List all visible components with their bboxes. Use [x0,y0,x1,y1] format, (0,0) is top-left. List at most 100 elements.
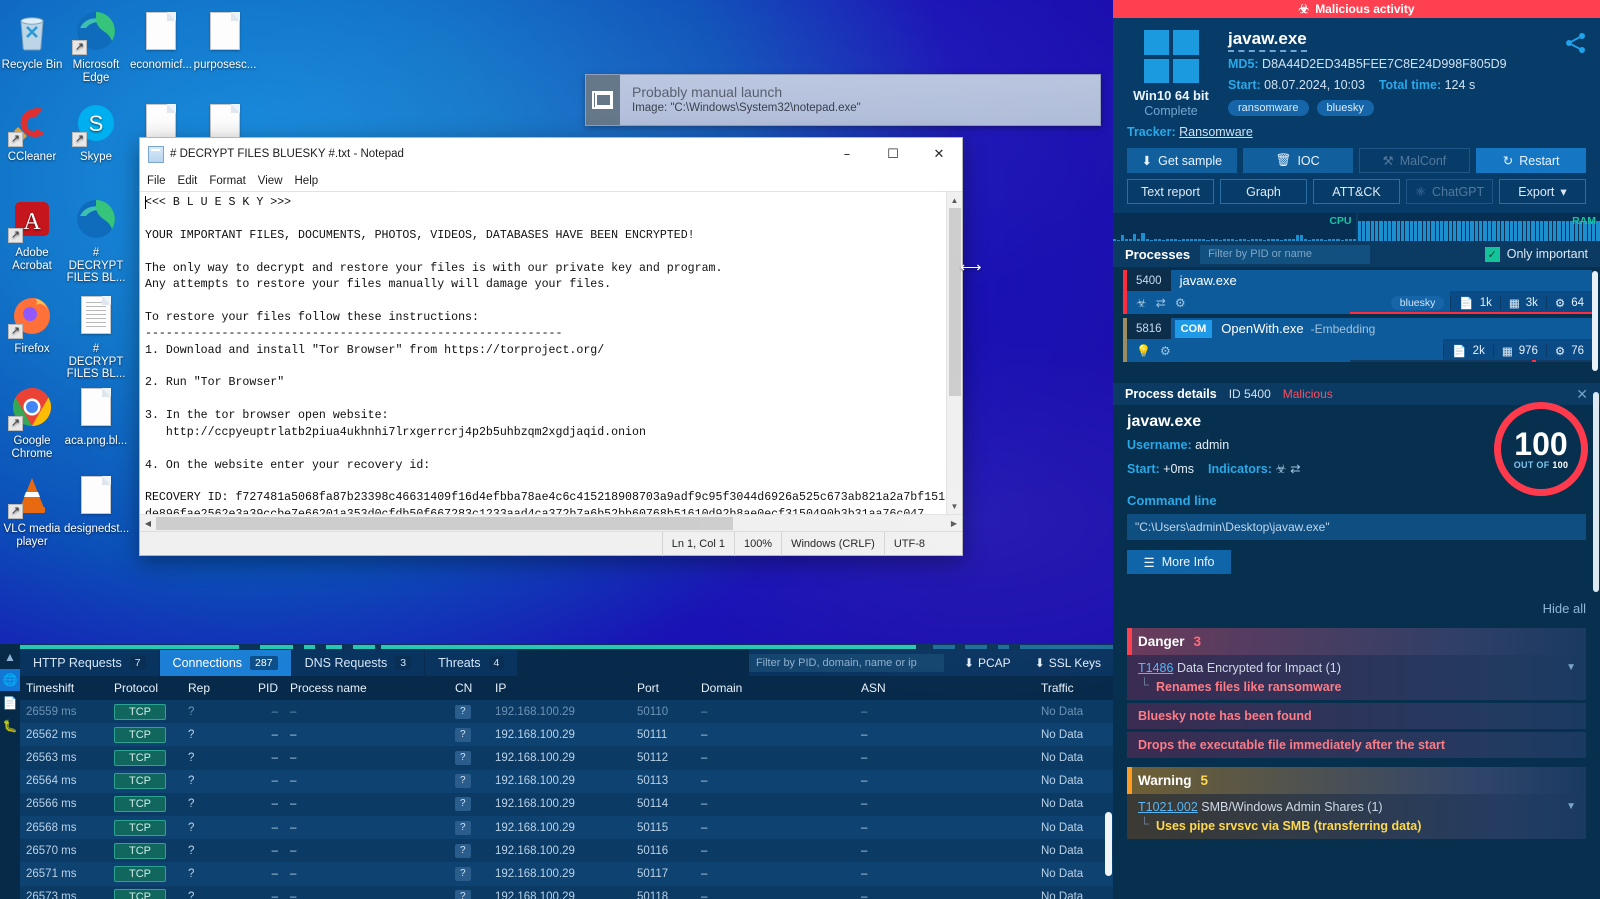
connections-table[interactable]: Timeshift Protocol Rep PID Process name … [20,676,1113,899]
notepad-text-area[interactable]: <<< B L U E S K Y >>> YOUR IMPORTANT FIL… [140,191,962,514]
menu-view[interactable]: View [258,175,283,187]
pcap-download-button[interactable]: ⬇ PCAP [952,650,1023,676]
incident-bluesky-note[interactable]: Bluesky note has been found [1127,703,1586,729]
table-row[interactable]: 26570 ms TCP? – –? 192.168.100.29 50116– – No D… [20,839,1113,863]
desktop-icon-economicf[interactable]: economicf... [129,8,193,72]
tab-dns-requests[interactable]: DNS Requests 3 [292,650,426,676]
process-list[interactable]: 5400 javaw.exe ☣ ⇄ ⚙ bluesky 📄 1k ▦ 3k ⚙ 64 [1113,267,1600,383]
collapse-icon[interactable]: ▲ [0,646,20,668]
ransom-note-text[interactable]: <<< B L U E S K Y >>> YOUR IMPORTANT FIL… [140,192,946,514]
notepad-titlebar[interactable]: # DECRYPT FILES BLUESKY #.txt - Notepad … [140,138,962,170]
tracker-value-link[interactable]: Ransomware [1179,125,1253,139]
process-name[interactable]: OpenWith.exe [1212,321,1303,336]
menu-edit[interactable]: Edit [178,175,198,187]
table-row[interactable]: 26568 ms TCP? – –? 192.168.100.29 50115– – No D… [20,815,1113,840]
sample-filename[interactable]: javaw.exe [1228,29,1307,52]
desktop-icon-skype[interactable]: S ↗ Skype [64,100,128,164]
globe-icon[interactable]: 🌐 [0,669,20,691]
process-name[interactable]: javaw.exe [1171,273,1237,288]
col-port[interactable]: Port [631,676,695,700]
ioc-button[interactable]: 🗑 IOC [1242,148,1353,173]
checkbox-checked-icon[interactable]: ✓ [1484,246,1500,262]
menu-file[interactable]: File [147,175,166,187]
scroll-thumb[interactable] [948,208,961,396]
table-row[interactable]: 26562 ms TCP? – –? 192.168.100.29 50111– – No D… [20,723,1113,747]
incident-t1486[interactable]: ▼ T1486 Data Encrypted for Impact (1) Re… [1127,655,1586,700]
text-report-button[interactable]: Text report [1127,179,1214,204]
menu-format[interactable]: Format [209,175,245,187]
get-sample-button[interactable]: ⬇ Get sample [1127,148,1237,173]
process-filter-input[interactable]: Filter by PID or name [1200,244,1371,264]
table-row[interactable]: 26559 ms TCP? – –? 192.168.100.29 50110– – No D… [20,700,1113,724]
process-row-javaw[interactable]: 5400 javaw.exe ☣ ⇄ ⚙ bluesky 📄 1k ▦ 3k ⚙ 64 [1123,270,1592,314]
network-rail[interactable]: ▲ 🌐 📄 🐛 [0,644,20,899]
technique-code-link[interactable]: T1486 [1138,661,1173,675]
process-list-scrollbar[interactable] [1592,271,1598,371]
restart-button[interactable]: ↻ Restart [1476,148,1586,173]
notepad-vertical-scrollbar[interactable]: ▲ ▼ [946,192,962,514]
chevron-down-icon[interactable]: ▼ [1566,662,1576,673]
table-row[interactable]: 26571 ms TCP? – –? 192.168.100.29 50117– – No D… [20,862,1113,886]
window-resize-handle[interactable]: ⟷ [960,258,981,276]
ssl-keys-download-button[interactable]: ⬇ SSL Keys [1023,650,1113,676]
close-icon[interactable]: ✕ [1576,386,1588,403]
desktop-icon-microsoft-edge[interactable]: ↗ Microsoft Edge [64,8,128,84]
desktop-icon-purposesc[interactable]: purposesc... [193,8,257,72]
action-buttons-row-1[interactable]: ⬇ Get sample 🗑 IOC ⚒ MalConf ↻ Restart [1113,139,1600,173]
tag-bluesky[interactable]: bluesky [1316,100,1374,116]
network-tabs[interactable]: HTTP Requests 7 Connections 287 DNS Requ… [20,650,1113,676]
attack-button[interactable]: ATT&CK [1313,179,1400,204]
notepad-horizontal-scrollbar[interactable]: ◀ ▶ [140,514,962,531]
only-important-toggle[interactable]: ✓ Only important [1484,246,1588,262]
scroll-left-icon[interactable]: ◀ [140,519,156,528]
minimize-icon[interactable]: – [824,138,870,170]
more-info-button[interactable]: ☰ More Info [1127,550,1231,574]
desktop-icon-aca-png[interactable]: aca.png.bl... [64,384,128,448]
desktop-icon-decrypt-files-note[interactable]: # DECRYPT FILES BL... [64,292,128,381]
desktop-icon-decrypt-files-edge[interactable]: # DECRYPT FILES BL... [64,196,128,285]
process-tag[interactable]: bluesky [1390,295,1445,310]
col-process-name[interactable]: Process name [284,676,449,700]
chevron-down-icon[interactable]: ▼ [1566,801,1576,812]
share-icon[interactable] [1565,32,1587,59]
notepad-window[interactable]: # DECRYPT FILES BLUESKY #.txt - Notepad … [139,137,963,556]
incident-drops-executable[interactable]: Drops the executable file immediately af… [1127,732,1586,758]
desktop-icon-ccleaner[interactable]: ↗ CCleaner [0,100,64,164]
notepad-menubar[interactable]: File Edit Format View Help [140,170,962,191]
col-asn[interactable]: ASN [855,676,1035,700]
command-line-value[interactable]: "C:\Users\admin\Desktop\javaw.exe" [1127,514,1586,540]
col-pid[interactable]: PID [234,676,284,700]
scroll-thumb[interactable] [1105,812,1112,876]
hide-all-button[interactable]: Hide all [1543,601,1586,616]
desktop-icon-firefox[interactable]: ↗ Firefox [0,292,64,356]
connections-scrollbar[interactable] [1105,702,1112,899]
col-ip[interactable]: IP [489,676,631,700]
table-row[interactable]: 26566 ms TCP? – –? 192.168.100.29 50114– – No D… [20,792,1113,816]
table-row[interactable]: 26573 ms TCP? – –? 192.168.100.29 50118 – – No D… [20,885,1113,899]
col-domain[interactable]: Domain [695,676,855,700]
bug-icon[interactable]: 🐛 [0,715,20,737]
close-icon[interactable]: ✕ [916,138,962,170]
col-rep[interactable]: Rep [182,676,234,700]
tag-ransomware[interactable]: ransomware [1228,100,1309,116]
network-filter-input[interactable]: Filter by PID, domain, name or ip [748,654,944,672]
graph-button[interactable]: Graph [1220,179,1307,204]
export-button[interactable]: Export ▾ [1499,179,1586,204]
right-panel-scrollbar[interactable] [1593,392,1599,592]
desktop-icon-adobe-acrobat[interactable]: A ↗ Adobe Acrobat [0,196,64,272]
tab-http-requests[interactable]: HTTP Requests 7 [20,650,160,676]
processes-header[interactable]: Processes Filter by PID or name ✓ Only i… [1113,241,1600,267]
incident-t1021-002[interactable]: ▼ T1021.002 SMB/Windows Admin Shares (1)… [1127,794,1586,839]
scroll-up-icon[interactable]: ▲ [947,192,963,208]
col-cn[interactable]: CN [449,676,489,700]
desktop-icon-google-chrome[interactable]: ↗ Google Chrome [0,384,64,460]
menu-help[interactable]: Help [295,175,319,187]
anyrun-analysis-panel[interactable]: ☣ Malicious activity Win10 64 bit Comple… [1113,0,1600,899]
maximize-icon[interactable]: ☐ [870,138,916,170]
file-icon[interactable]: 📄 [0,692,20,714]
tab-threats[interactable]: Threats 4 [425,650,519,676]
table-row[interactable]: 26564 ms TCP? – –? 192.168.100.29 50113– – No D… [20,769,1113,793]
md5-value[interactable]: D8A44D2ED34B5FEE7C8E24D998F805D9 [1262,57,1507,71]
technique-code-link[interactable]: T1021.002 [1138,800,1198,814]
incidents-list[interactable]: Danger 3 ▼ T1486 Data Encrypted for Impa… [1113,619,1600,899]
